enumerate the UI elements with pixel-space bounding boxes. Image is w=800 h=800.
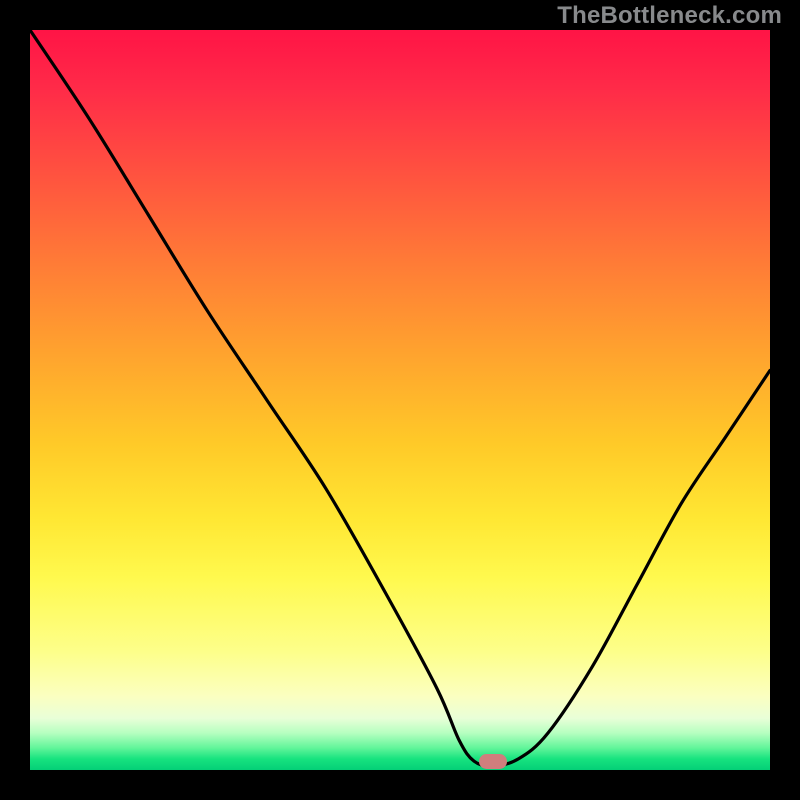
plot-area [30, 30, 770, 770]
min-point-marker [479, 754, 507, 769]
watermark-text: TheBottleneck.com [557, 2, 782, 30]
chart-frame: TheBottleneck.com [0, 0, 800, 800]
bottleneck-curve [30, 30, 770, 770]
